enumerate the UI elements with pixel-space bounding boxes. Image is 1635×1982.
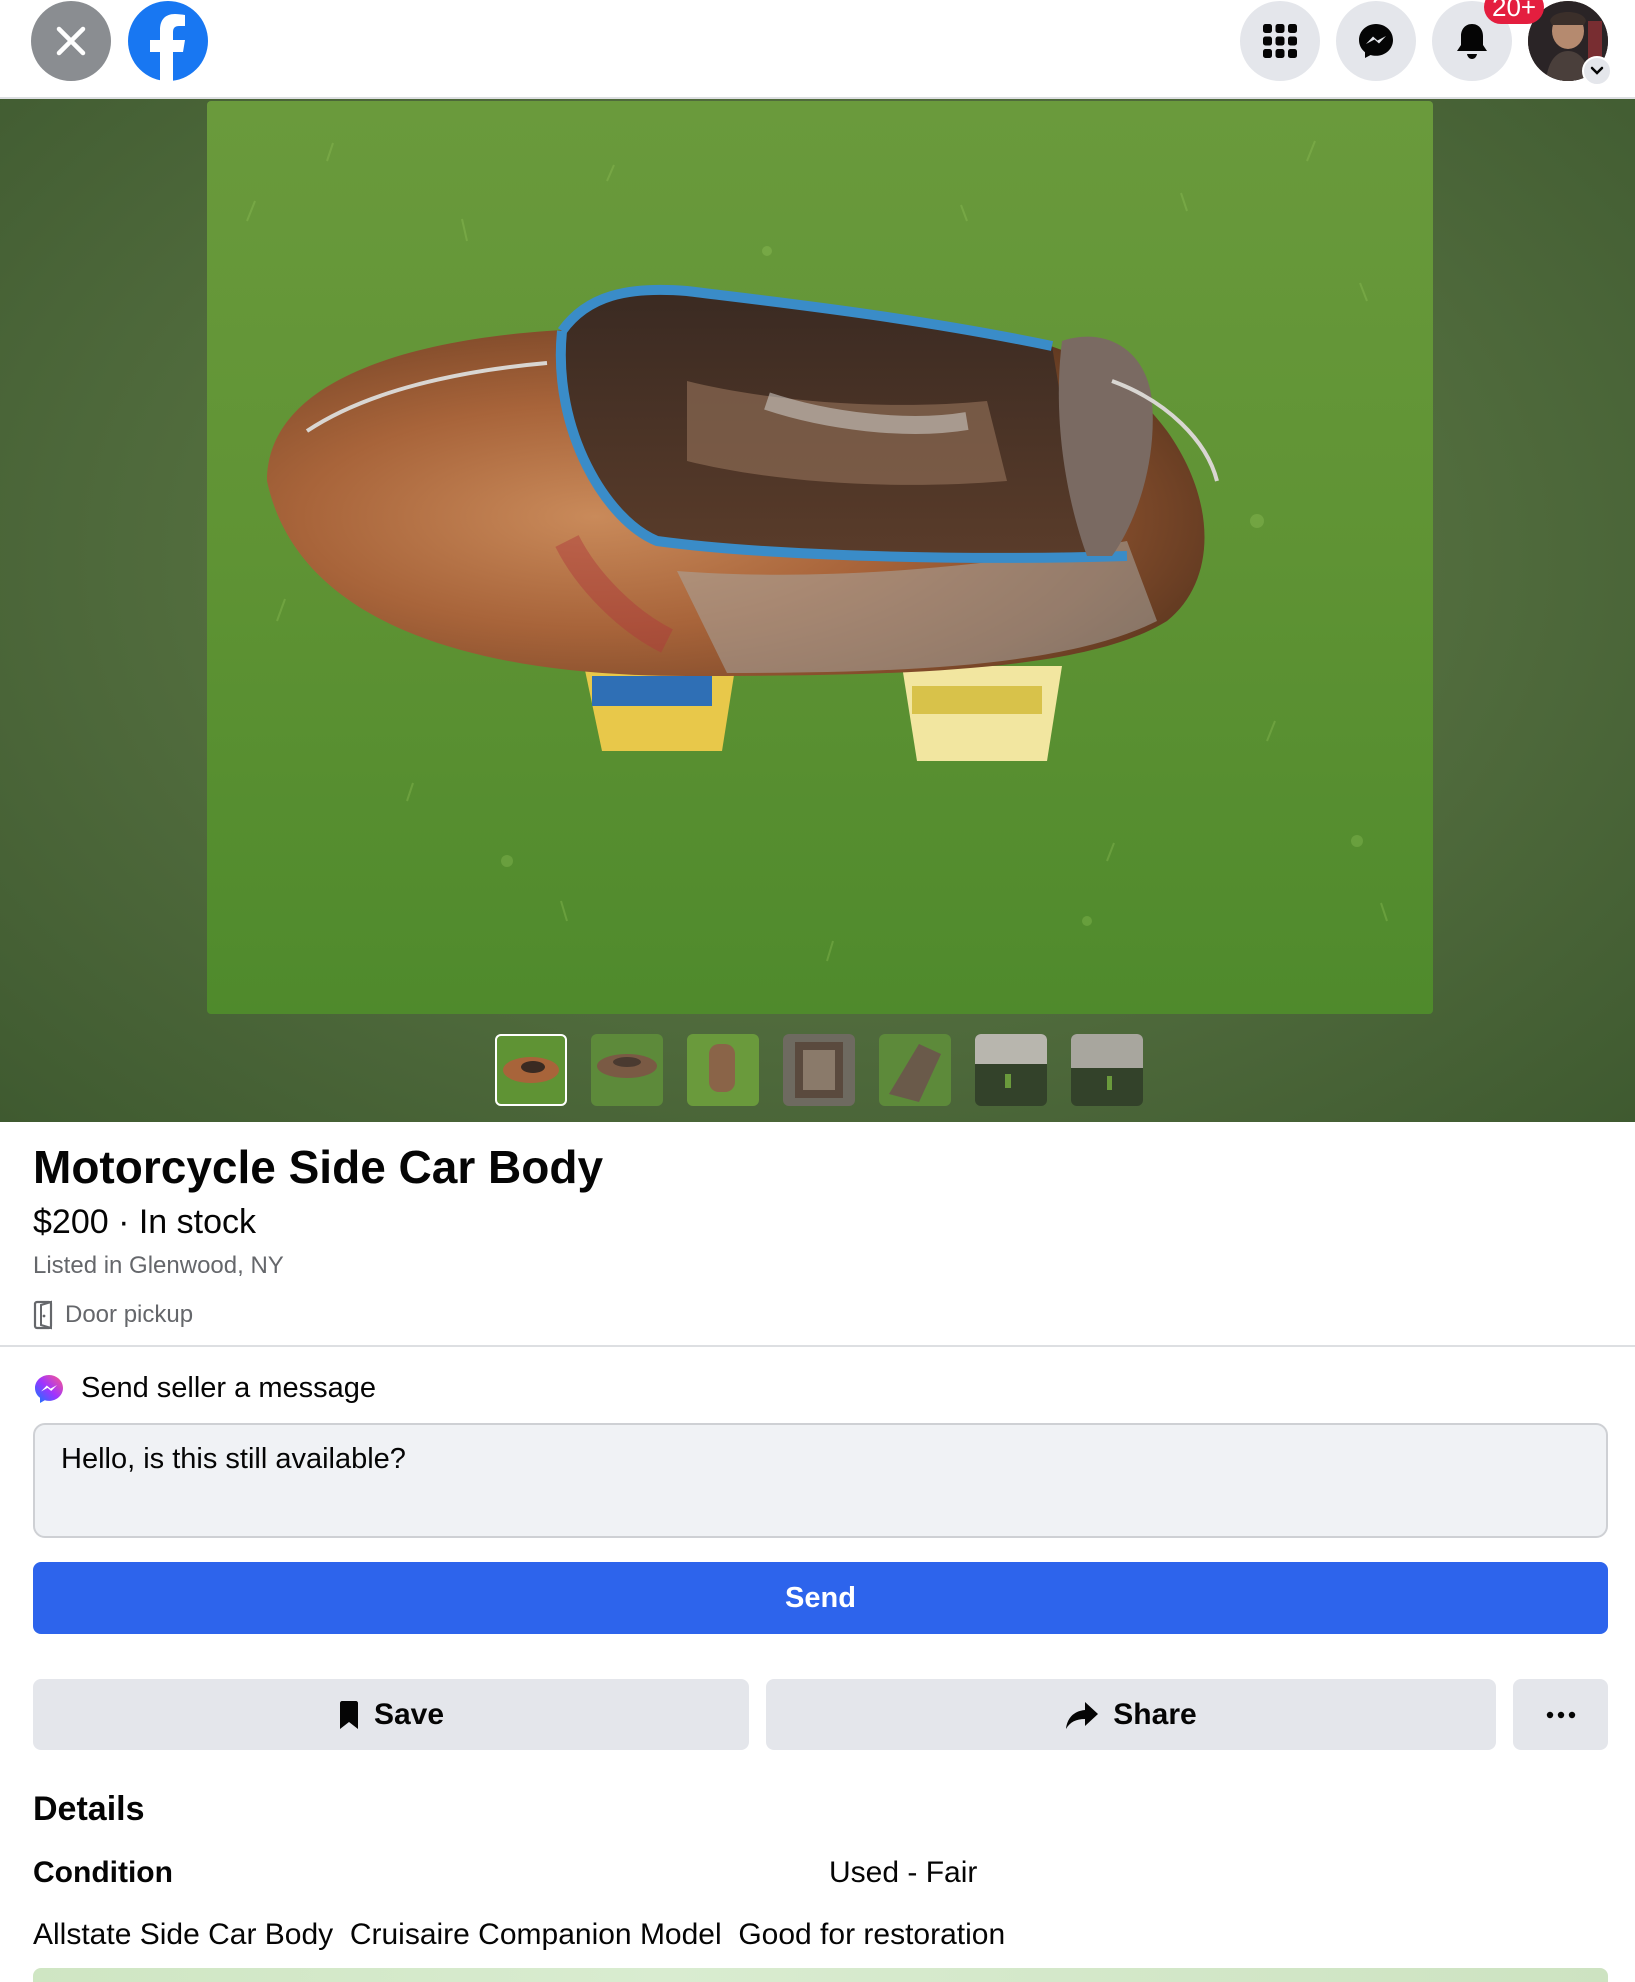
message-input[interactable]: Hello, is this still available? [33,1423,1608,1538]
share-arrow-icon [1066,1701,1099,1729]
listing-price-availability: $200 · In stock [33,1203,257,1241]
send-message-header: Send seller a message [33,1372,376,1405]
messenger-button[interactable] [1336,1,1416,81]
thumbnail-7[interactable] [1071,1034,1143,1106]
bell-icon [1457,24,1487,59]
more-options-button[interactable] [1513,1679,1608,1750]
section-divider [0,1345,1635,1347]
messenger-gradient-icon [35,1374,63,1403]
chevron-down-icon [1590,66,1604,75]
thumbnail-6[interactable] [975,1034,1047,1106]
facebook-logo[interactable] [127,0,209,82]
condition-value: Used - Fair [829,1856,978,1889]
door-icon [33,1300,53,1330]
send-button[interactable]: Send [33,1562,1608,1634]
thumbnail-4[interactable] [783,1034,855,1106]
thumbnail-3[interactable] [687,1034,759,1106]
grid-menu-icon [1263,24,1297,58]
thumbnail-1[interactable] [495,1034,567,1106]
pickup-method: Door pickup [33,1300,193,1330]
share-button[interactable]: Share [766,1679,1496,1750]
share-label: Share [1113,1697,1197,1731]
more-horizontal-icon [1546,1711,1575,1718]
details-heading: Details [33,1790,145,1828]
bookmark-icon [339,1700,358,1729]
listing-main-photo[interactable] [207,101,1433,1014]
notification-badge: 20+ [1484,0,1545,24]
close-button[interactable] [31,1,111,81]
sidecar-photo [207,101,1433,1014]
send-message-label: Send seller a message [81,1372,376,1404]
listing-location[interactable]: Listed in Glenwood, NY [33,1252,284,1280]
save-button[interactable]: Save [33,1679,749,1750]
condition-label: Condition [33,1856,173,1889]
account-menu-caret[interactable] [1582,56,1612,86]
apps-menu-button[interactable] [1240,1,1320,81]
listing-description: Allstate Side Car Body Cruisaire Compani… [33,1918,1006,1951]
location-map-preview[interactable] [33,1968,1608,1982]
listing-title: Motorcycle Side Car Body [33,1141,604,1193]
messenger-icon [1359,24,1393,58]
top-bar: 20+ [0,0,1635,99]
thumbnail-2[interactable] [591,1034,663,1106]
thumbnail-5[interactable] [879,1034,951,1106]
photo-thumbnails [495,1034,1143,1106]
pickup-label: Door pickup [65,1301,194,1328]
close-icon [56,26,86,56]
save-label: Save [373,1697,445,1731]
